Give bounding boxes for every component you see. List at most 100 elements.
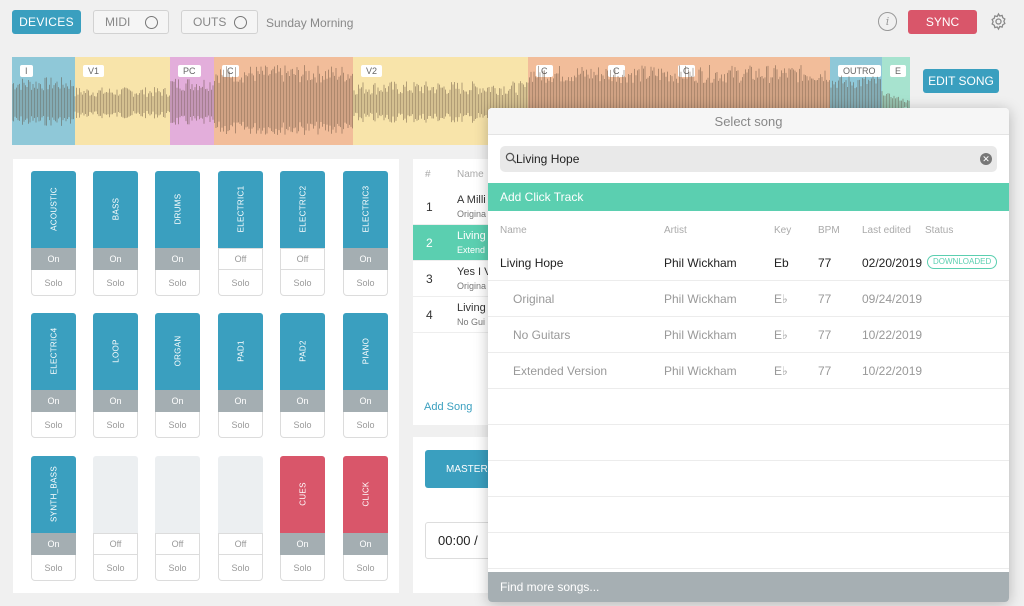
channel-name: LOOP (111, 339, 120, 363)
channel-solo-button[interactable]: Solo (31, 555, 76, 581)
edit-song-button[interactable]: EDIT SONG (923, 69, 999, 93)
clear-search-icon[interactable]: ✕ (980, 153, 992, 165)
channel-mute-toggle[interactable]: On (93, 248, 138, 270)
channel-solo-button[interactable]: Solo (218, 412, 263, 438)
channel-solo-button[interactable]: Solo (343, 412, 388, 438)
downloaded-badge: DOWNLOADED (927, 255, 998, 269)
select-song-popup: Select song Living Hope ✕ Add Click Trac… (488, 108, 1009, 602)
find-more-songs-button[interactable]: Find more songs... (488, 572, 1009, 602)
channel-solo-button[interactable]: Solo (31, 270, 76, 296)
channel-mute-toggle[interactable]: On (31, 390, 76, 412)
mixer-channel: CUES On Solo (280, 456, 325, 581)
channel-mute-toggle[interactable]: On (280, 390, 325, 412)
channel-fader[interactable] (218, 456, 263, 533)
channel-mute-toggle[interactable]: On (343, 533, 388, 555)
channel-mute-toggle[interactable]: On (343, 248, 388, 270)
channel-fader[interactable]: DRUMS (155, 171, 200, 248)
channel-fader[interactable]: ACOUSTIC (31, 171, 76, 248)
channel-solo-button[interactable]: Solo (343, 555, 388, 581)
result-edited: 02/20/2019 (862, 256, 923, 270)
gear-icon[interactable] (989, 12, 1008, 31)
info-icon[interactable]: i (878, 12, 897, 31)
arrangement-result-row[interactable]: Original Phil Wickham E♭ 77 09/24/2019 (488, 281, 1009, 317)
sync-button[interactable]: SYNC (908, 10, 977, 34)
channel-fader[interactable] (93, 456, 138, 533)
channel-fader[interactable]: ELECTRIC4 (31, 313, 76, 390)
channel-fader[interactable]: BASS (93, 171, 138, 248)
channel-solo-button[interactable]: Solo (93, 555, 138, 581)
channel-fader[interactable]: PIANO (343, 313, 388, 390)
channel-mute-toggle[interactable]: Off (93, 533, 138, 555)
channel-mute-toggle[interactable]: On (343, 390, 388, 412)
song-search-input[interactable]: Living Hope ✕ (500, 146, 997, 172)
channel-mute-toggle[interactable]: On (31, 248, 76, 270)
channel-solo-button[interactable]: Solo (218, 555, 263, 581)
channel-solo-button[interactable]: Solo (218, 270, 263, 296)
master-button[interactable]: MASTER (425, 450, 490, 488)
mixer-channel: ORGAN On Solo (155, 313, 200, 438)
mixer-channel: CLICK On Solo (343, 456, 388, 581)
channel-fader[interactable]: CUES (280, 456, 325, 533)
time-display: 00:00 / (425, 522, 490, 559)
result-name: Extended Version (513, 364, 608, 378)
channel-mute-toggle[interactable]: On (218, 390, 263, 412)
channel-name: PAD2 (298, 340, 307, 362)
midi-label: MIDI (105, 15, 131, 29)
channel-solo-button[interactable]: Solo (280, 412, 325, 438)
mixer-channel: ELECTRIC1 Off Solo (218, 171, 263, 296)
popup-title: Select song (488, 108, 1009, 135)
search-value: Living Hope (516, 152, 580, 166)
channel-fader[interactable]: ELECTRIC2 (280, 171, 325, 248)
mixer-channel: Off Solo (155, 456, 200, 581)
add-click-track-button[interactable]: Add Click Track (488, 183, 1009, 211)
channel-solo-button[interactable]: Solo (343, 270, 388, 296)
devices-button[interactable]: DEVICES (12, 10, 81, 34)
setlist-row-title: Yes I V (457, 266, 492, 278)
channel-solo-button[interactable]: Solo (93, 412, 138, 438)
channel-solo-button[interactable]: Solo (280, 555, 325, 581)
channel-mute-toggle[interactable]: Off (280, 248, 325, 270)
channel-mute-toggle[interactable]: Off (218, 533, 263, 555)
channel-solo-button[interactable]: Solo (31, 412, 76, 438)
mixer-panel: ACOUSTIC On Solo BASS On Solo DRUMS On Solo ELECT… (13, 159, 399, 593)
outs-label: OUTS (193, 15, 227, 29)
result-edited: 10/22/2019 (862, 364, 923, 378)
setlist-header-number: # (425, 169, 431, 180)
arrangement-result-row[interactable]: Extended Version Phil Wickham E♭ 77 10/22/20… (488, 353, 1009, 389)
channel-fader[interactable]: ELECTRIC1 (218, 171, 263, 248)
midi-status-icon (145, 16, 158, 29)
song-result-row[interactable]: Living Hope Phil Wickham Eb 77 02/20/2019 DOW… (488, 245, 1009, 281)
setlist-header-name: Name (457, 169, 484, 180)
channel-mute-toggle[interactable]: On (280, 533, 325, 555)
channel-name: ELECTRIC4 (49, 327, 58, 375)
add-song-link[interactable]: Add Song (424, 401, 472, 413)
channel-solo-button[interactable]: Solo (280, 270, 325, 296)
channel-name: PIANO (361, 337, 370, 365)
setlist-row-number: 4 (426, 308, 433, 322)
channel-mute-toggle[interactable]: On (31, 533, 76, 555)
channel-fader[interactable]: PAD1 (218, 313, 263, 390)
channel-mute-toggle[interactable]: On (93, 390, 138, 412)
channel-solo-button[interactable]: Solo (93, 270, 138, 296)
channel-solo-button[interactable]: Solo (155, 555, 200, 581)
arrangement-result-row[interactable]: No Guitars Phil Wickham E♭ 77 10/22/2019 (488, 317, 1009, 353)
channel-fader[interactable]: PAD2 (280, 313, 325, 390)
channel-mute-toggle[interactable]: On (155, 248, 200, 270)
mixer-channel: Off Solo (93, 456, 138, 581)
channel-fader[interactable] (155, 456, 200, 533)
channel-mute-toggle[interactable]: Off (218, 248, 263, 270)
channel-name: PAD1 (236, 340, 245, 362)
channel-solo-button[interactable]: Solo (155, 270, 200, 296)
channel-mute-toggle[interactable]: Off (155, 533, 200, 555)
channel-fader[interactable]: ORGAN (155, 313, 200, 390)
top-bar: DEVICES MIDI OUTS Sunday Morning i SYNC (0, 0, 1024, 45)
channel-fader[interactable]: LOOP (93, 313, 138, 390)
channel-mute-toggle[interactable]: On (155, 390, 200, 412)
channel-fader[interactable]: SYNTH_BASS (31, 456, 76, 533)
channel-fader[interactable]: CLICK (343, 456, 388, 533)
channel-solo-button[interactable]: Solo (155, 412, 200, 438)
outs-toggle[interactable]: OUTS (181, 10, 258, 34)
mixer-channel: SYNTH_BASS On Solo (31, 456, 76, 581)
channel-fader[interactable]: ELECTRIC3 (343, 171, 388, 248)
midi-toggle[interactable]: MIDI (93, 10, 169, 34)
